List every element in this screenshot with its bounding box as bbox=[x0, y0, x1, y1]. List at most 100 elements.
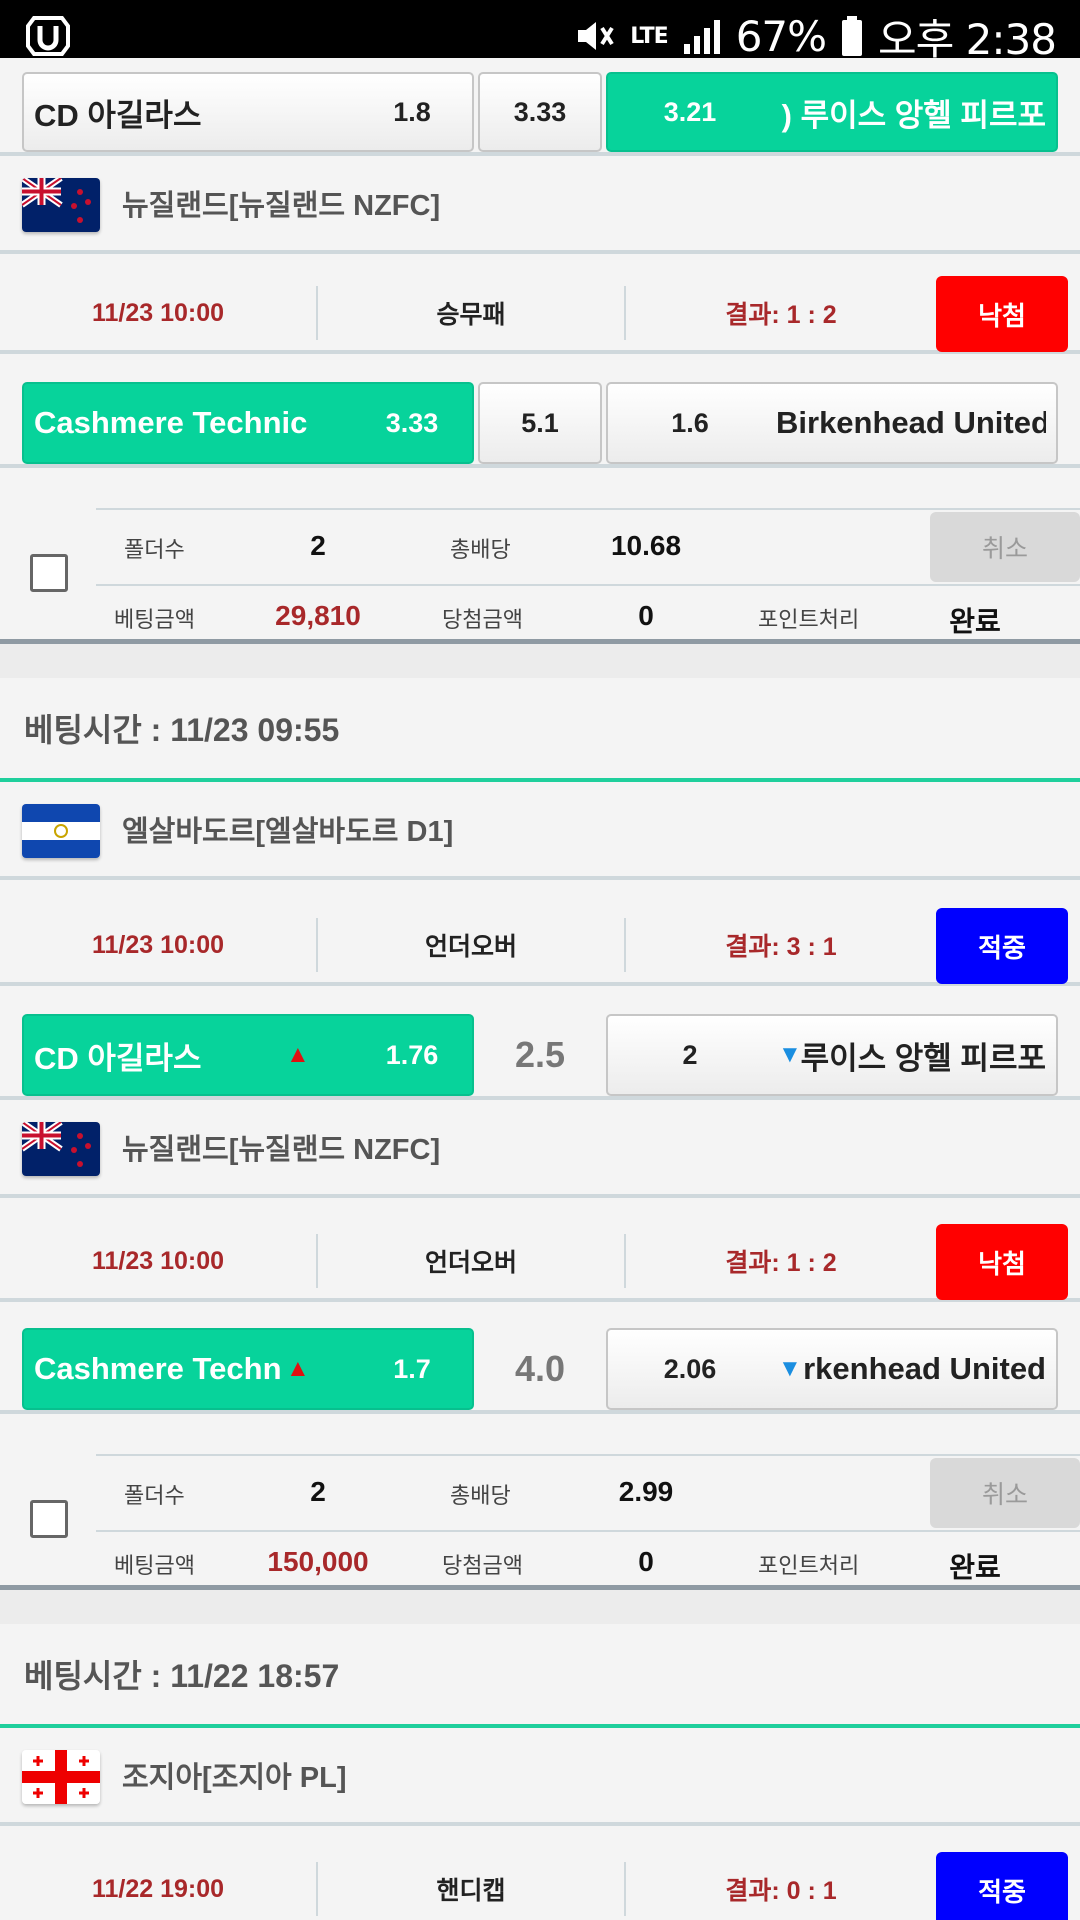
home-team-name: CD 아길라스 bbox=[34, 97, 202, 133]
app-logo-icon bbox=[26, 16, 70, 56]
select-checkbox[interactable] bbox=[30, 1500, 68, 1538]
win-amount-label: 당첨금액 bbox=[442, 1553, 523, 1578]
folders-value: 2 bbox=[310, 530, 326, 561]
odds-row: CD 아길라스 ▲ 1.76 2.5 2 ▼ 루이스 앙헬 피르포 bbox=[0, 1000, 1080, 1100]
draw-odd: 3.33 bbox=[513, 96, 567, 127]
cancel-button[interactable]: 취소 bbox=[930, 1458, 1080, 1528]
home-odd: 1.7 bbox=[393, 1353, 431, 1384]
bet-time-header: 베팅시간 : 11/23 09:55 bbox=[0, 678, 1080, 782]
bet-type: 승무패 bbox=[318, 286, 626, 340]
match-datetime: 11/23 10:00 bbox=[0, 286, 318, 340]
divider bbox=[96, 584, 1080, 586]
bet-time: 베팅시간 : 11/23 09:55 bbox=[24, 712, 340, 748]
arrow-up-icon: ▲ bbox=[286, 1041, 310, 1068]
folders-label: 폴더수 bbox=[124, 537, 185, 562]
match-datetime: 11/23 10:00 bbox=[0, 918, 318, 972]
status-badge: 적중 bbox=[936, 1852, 1068, 1920]
odds-row: CD 아길라스 1.8 3.33 3.21 ) 루이스 앙헬 피르포 bbox=[0, 58, 1080, 156]
under-odds-button[interactable]: 2.06 ▼ rkenhead United bbox=[606, 1328, 1058, 1410]
odds-row: Cashmere Technic 3.33 5.1 1.6 Birkenhead… bbox=[0, 368, 1080, 468]
line-value: 4.0 bbox=[514, 1348, 566, 1389]
match-info-row: 11/23 10:00 언더오버 결과: 3 : 1 적중 bbox=[0, 904, 1080, 986]
total-odds-label: 총배당 bbox=[450, 537, 511, 562]
away-odd: 2 bbox=[682, 1039, 698, 1070]
win-amount-value: 0 bbox=[638, 600, 654, 631]
match-result: 결과: 3 : 1 bbox=[725, 933, 837, 961]
league-header: 엘살바도르[엘살바도르 D1] bbox=[0, 782, 1080, 880]
under-odds-button[interactable]: 2 ▼ 루이스 앙헬 피르포 bbox=[606, 1014, 1058, 1096]
league-header: 뉴질랜드[뉴질랜드 NZFC] bbox=[0, 156, 1080, 254]
odds-row: Cashmere Techn ▲ 1.7 4.0 2.06 ▼ rkenhead… bbox=[0, 1314, 1080, 1414]
cancel-button[interactable]: 취소 bbox=[930, 512, 1080, 582]
bet-summary: 폴더수 2 총배당 2.99 취소 베팅금액 150,000 당첨금액 0 포인… bbox=[0, 1454, 1080, 1590]
select-checkbox[interactable] bbox=[30, 554, 68, 592]
bet-history-page: LTE 67% 오후 2:38 CD 아길라스 1.8 3.33 3.21) … bbox=[0, 0, 1080, 1920]
win-amount-label: 당첨금액 bbox=[442, 607, 523, 632]
el-salvador-flag-icon bbox=[22, 804, 100, 858]
away-odd: 2.06 bbox=[663, 1353, 717, 1384]
bet-amount-value: 150,000 bbox=[267, 1546, 369, 1577]
away-team-name: 루이스 앙헬 피르포 bbox=[800, 1040, 1046, 1076]
status-badge: 적중 bbox=[936, 908, 1068, 984]
match-info-row: 11/23 10:00 승무패 결과: 1 : 2 낙첨 bbox=[0, 272, 1080, 354]
points-label: 포인트처리 bbox=[758, 607, 860, 632]
bet-summary: 폴더수 2 총배당 10.68 취소 베팅금액 29,810 당첨금액 0 포인… bbox=[0, 508, 1080, 644]
line-value: 2.5 bbox=[514, 1034, 566, 1075]
league-name: 뉴질랜드[뉴질랜드 NZFC] bbox=[122, 1134, 441, 1166]
bet-type: 언더오버 bbox=[318, 918, 626, 972]
total-odds-value: 2.99 bbox=[618, 1476, 674, 1507]
home-odds-button[interactable]: CD 아길라스 1.8 bbox=[22, 72, 474, 152]
home-odds-button[interactable]: Cashmere Technic 3.33 bbox=[22, 382, 474, 464]
points-value: 완료 bbox=[949, 606, 1001, 637]
away-team-name: rkenhead United bbox=[803, 1351, 1046, 1386]
match-datetime: 11/23 10:00 bbox=[0, 1234, 318, 1288]
folders-value: 2 bbox=[310, 1476, 326, 1507]
match-result: 결과: 0 : 1 bbox=[725, 1877, 837, 1905]
league-header: 조지아[조지아 PL] bbox=[0, 1728, 1080, 1826]
bet-type: 언더오버 bbox=[318, 1234, 626, 1288]
draw-odds-button[interactable]: 3.33 bbox=[478, 72, 602, 152]
home-team-name: Cashmere Technic bbox=[34, 405, 308, 440]
league-header: 뉴질랜드[뉴질랜드 NZFC] bbox=[0, 1100, 1080, 1198]
divider bbox=[96, 508, 1080, 510]
divider bbox=[96, 1530, 1080, 1532]
league-name: 엘살바도르[엘살바도르 D1] bbox=[122, 816, 454, 848]
lte-icon: LTE bbox=[630, 23, 668, 49]
over-odds-button[interactable]: CD 아길라스 ▲ 1.76 bbox=[22, 1014, 474, 1096]
over-odds-button[interactable]: Cashmere Techn ▲ 1.7 bbox=[22, 1328, 474, 1410]
bet-time-header: 베팅시간 : 11/22 18:57 bbox=[0, 1624, 1080, 1728]
away-odds-button[interactable]: 1.6 Birkenhead United bbox=[606, 382, 1058, 464]
status-badge: 낙첨 bbox=[936, 1224, 1068, 1300]
draw-odds-button[interactable]: 5.1 bbox=[478, 382, 602, 464]
bet-time: 베팅시간 : 11/22 18:57 bbox=[24, 1658, 340, 1694]
away-team-name: Birkenhead United bbox=[776, 405, 1046, 440]
spacer bbox=[0, 1590, 1080, 1624]
match-info-row: 11/23 10:00 언더오버 결과: 1 : 2 낙첨 bbox=[0, 1220, 1080, 1302]
spacer bbox=[0, 1418, 1080, 1454]
spacer bbox=[0, 644, 1080, 678]
new-zealand-flag-icon bbox=[22, 178, 100, 232]
status-badge: 낙첨 bbox=[936, 276, 1068, 352]
bet-amount-value: 29,810 bbox=[275, 600, 361, 631]
match-datetime: 11/22 19:00 bbox=[0, 1862, 318, 1916]
match-result: 결과: 1 : 2 bbox=[725, 1249, 837, 1277]
league-name: 조지아[조지아 PL] bbox=[122, 1762, 347, 1794]
points-value: 완료 bbox=[949, 1552, 1001, 1583]
away-odd: 1.6 bbox=[671, 407, 709, 438]
total-odds-label: 총배당 bbox=[450, 1483, 511, 1508]
bet-amount-label: 베팅금액 bbox=[114, 1553, 195, 1578]
mute-icon bbox=[578, 22, 614, 50]
home-team-name: Cashmere Techn bbox=[34, 1351, 282, 1386]
bet-type: 핸디캡 bbox=[318, 1862, 626, 1916]
home-team-name: CD 아길라스 bbox=[34, 1040, 202, 1076]
battery-percent: 67% bbox=[735, 11, 827, 61]
battery-icon bbox=[842, 16, 863, 56]
away-odds-button[interactable]: 3.21 ) 루이스 앙헬 피르포 bbox=[606, 72, 1058, 152]
home-odd: 1.76 bbox=[385, 1039, 439, 1070]
home-odd: 1.8 bbox=[393, 96, 431, 127]
home-odd: 3.33 bbox=[385, 407, 439, 438]
points-label: 포인트처리 bbox=[758, 1553, 860, 1578]
total-odds-value: 10.68 bbox=[610, 530, 682, 561]
divider bbox=[96, 1454, 1080, 1456]
away-team-name: ) 루이스 앙헬 피르포 bbox=[781, 97, 1046, 133]
